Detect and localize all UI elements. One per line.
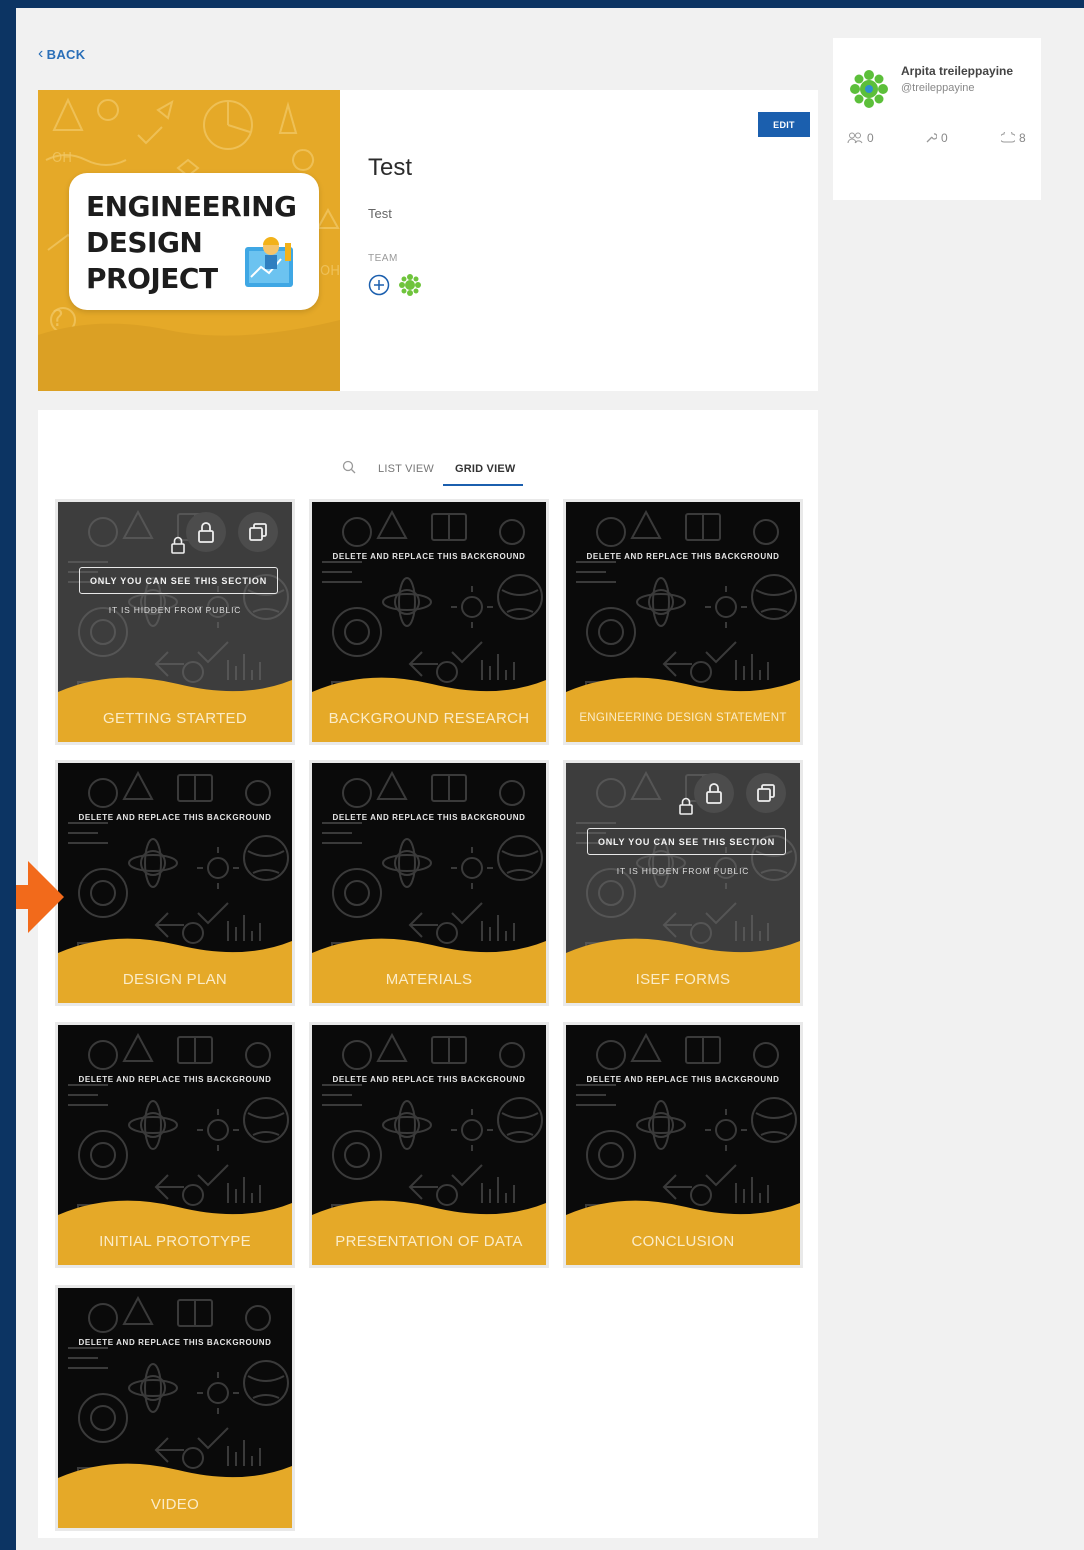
lock-icon — [171, 536, 185, 554]
profile-name: Arpita treileppayine — [901, 64, 1014, 78]
tab-grid-view[interactable]: GRID VIEW — [455, 463, 515, 475]
projects-stat[interactable]: 8 — [1001, 131, 1026, 145]
section-title: VIDEO — [150, 1496, 200, 1513]
privacy-toggle-button[interactable] — [186, 512, 226, 552]
section-title: ISEF FORMS — [635, 971, 731, 988]
users-icon — [847, 132, 863, 144]
section-tile[interactable]: DELETE AND REPLACE THIS BACKGROUND INITIA… — [58, 1025, 292, 1265]
tile-placeholder-note: DELETE AND REPLACE THIS BACKGROUND — [586, 552, 780, 561]
project-title: Test — [368, 154, 413, 181]
private-notice: ONLY YOU CAN SEE THIS SECTION — [587, 828, 786, 855]
tile-placeholder-note: DELETE AND REPLACE THIS BACKGROUND — [78, 813, 272, 822]
section-title: MATERIALS — [385, 971, 473, 988]
tile-placeholder-note: DELETE AND REPLACE THIS BACKGROUND — [332, 813, 526, 822]
svg-text:OH: OH — [320, 264, 340, 279]
tile-gold-wave — [58, 1200, 292, 1265]
lock-icon — [706, 783, 722, 804]
lock-icon — [679, 797, 693, 815]
private-notice: ONLY YOU CAN SEE THIS SECTION — [79, 567, 278, 594]
svg-text:OH: OH — [52, 151, 72, 166]
back-link[interactable]: ‹ BACK — [38, 46, 85, 62]
section-tile[interactable]: DELETE AND REPLACE THIS BACKGROUND BACKGR… — [312, 502, 546, 742]
tile-gold-wave — [566, 677, 800, 742]
lock-icon — [198, 522, 214, 543]
private-subnotice: IT IS HIDDEN FROM PUBLIC — [108, 605, 242, 615]
engineer-illustration-icon — [245, 237, 293, 287]
tile-gold-wave — [566, 938, 800, 1003]
tile-gold-wave — [58, 938, 292, 1003]
brain-icon — [1001, 132, 1015, 143]
section-tile[interactable]: DELETE AND REPLACE THIS BACKGROUND CONCLU… — [566, 1025, 800, 1265]
section-title: INITIAL PROTOTYPE — [99, 1233, 251, 1250]
profile-handle: @treileppayine — [901, 82, 975, 94]
svg-text:?: ? — [52, 307, 64, 332]
project-header-card: OH OH ? ENGINEERING DESIGN PROJECT Test … — [38, 90, 818, 391]
project-description: Test — [368, 206, 392, 221]
sections-panel: LIST VIEW GRID VIEW ONLY YOU CAN SEE THI… — [38, 410, 818, 1538]
section-title: BACKGROUND RESEARCH — [328, 710, 530, 727]
profile-card: Arpita treileppayine @treileppayine 0 0 … — [833, 38, 1041, 200]
cover-title-card: ENGINEERING DESIGN PROJECT — [69, 173, 319, 310]
tile-placeholder-note: DELETE AND REPLACE THIS BACKGROUND — [78, 1338, 272, 1347]
chevron-left-icon: ‹ — [38, 45, 44, 62]
tile-gold-wave — [566, 1200, 800, 1265]
section-tile[interactable]: DELETE AND REPLACE THIS BACKGROUND PRESEN… — [312, 1025, 546, 1265]
tile-gold-wave — [312, 677, 546, 742]
section-title: CONCLUSION — [631, 1233, 735, 1250]
section-tile[interactable]: DELETE AND REPLACE THIS BACKGROUND MATERI… — [312, 763, 546, 1003]
add-team-member-icon[interactable] — [368, 274, 390, 296]
tile-gold-wave — [312, 938, 546, 1003]
edit-button[interactable]: EDIT — [758, 112, 810, 137]
back-label: BACK — [46, 46, 86, 62]
tile-placeholder-note: DELETE AND REPLACE THIS BACKGROUND — [332, 1075, 526, 1084]
search-icon[interactable] — [342, 460, 356, 474]
project-cover-image: OH OH ? ENGINEERING DESIGN PROJECT — [38, 90, 340, 391]
duplicate-section-button[interactable] — [238, 512, 278, 552]
profile-avatar[interactable] — [849, 69, 889, 109]
tile-gold-wave — [58, 1463, 292, 1528]
pointer-arrow-icon — [16, 861, 64, 933]
tile-placeholder-note: DELETE AND REPLACE THIS BACKGROUND — [586, 1075, 780, 1084]
tile-gold-wave — [312, 1200, 546, 1265]
team-member-avatar[interactable] — [399, 274, 421, 296]
section-tile[interactable]: DELETE AND REPLACE THIS BACKGROUND VIDEO — [58, 1288, 292, 1528]
wrench-icon — [926, 133, 937, 143]
tile-gold-wave — [58, 677, 292, 742]
private-subnotice: IT IS HIDDEN FROM PUBLIC — [616, 866, 750, 876]
section-tile[interactable]: ONLY YOU CAN SEE THIS SECTION IT IS HIDDE… — [566, 763, 800, 1003]
section-title: GETTING STARTED — [103, 710, 247, 727]
tab-list-view[interactable]: LIST VIEW — [378, 463, 434, 475]
active-tab-indicator — [443, 484, 523, 486]
section-tile[interactable]: ONLY YOU CAN SEE THIS SECTION IT IS HIDDE… — [58, 502, 292, 742]
section-tile[interactable]: DELETE AND REPLACE THIS BACKGROUND ENGINE… — [566, 502, 800, 742]
copy-icon — [249, 523, 267, 541]
privacy-toggle-button[interactable] — [694, 773, 734, 813]
tile-placeholder-note: DELETE AND REPLACE THIS BACKGROUND — [332, 552, 526, 561]
section-tile[interactable]: DELETE AND REPLACE THIS BACKGROUND DESIGN… — [58, 763, 292, 1003]
followers-stat[interactable]: 0 — [847, 131, 874, 145]
team-label: TEAM — [368, 253, 398, 264]
tile-placeholder-note: DELETE AND REPLACE THIS BACKGROUND — [78, 1075, 272, 1084]
section-title: ENGINEERING DESIGN STATEMENT — [579, 712, 787, 724]
section-title: PRESENTATION OF DATA — [335, 1233, 523, 1250]
page: ‹ BACK OH OH ? ENGINEERING DESIGN PROJEC… — [16, 8, 1084, 1550]
cover-title: ENGINEERING DESIGN PROJECT — [86, 190, 297, 295]
tools-stat[interactable]: 0 — [925, 131, 948, 145]
duplicate-section-button[interactable] — [746, 773, 786, 813]
copy-icon — [757, 784, 775, 802]
section-title: DESIGN PLAN — [122, 971, 228, 988]
